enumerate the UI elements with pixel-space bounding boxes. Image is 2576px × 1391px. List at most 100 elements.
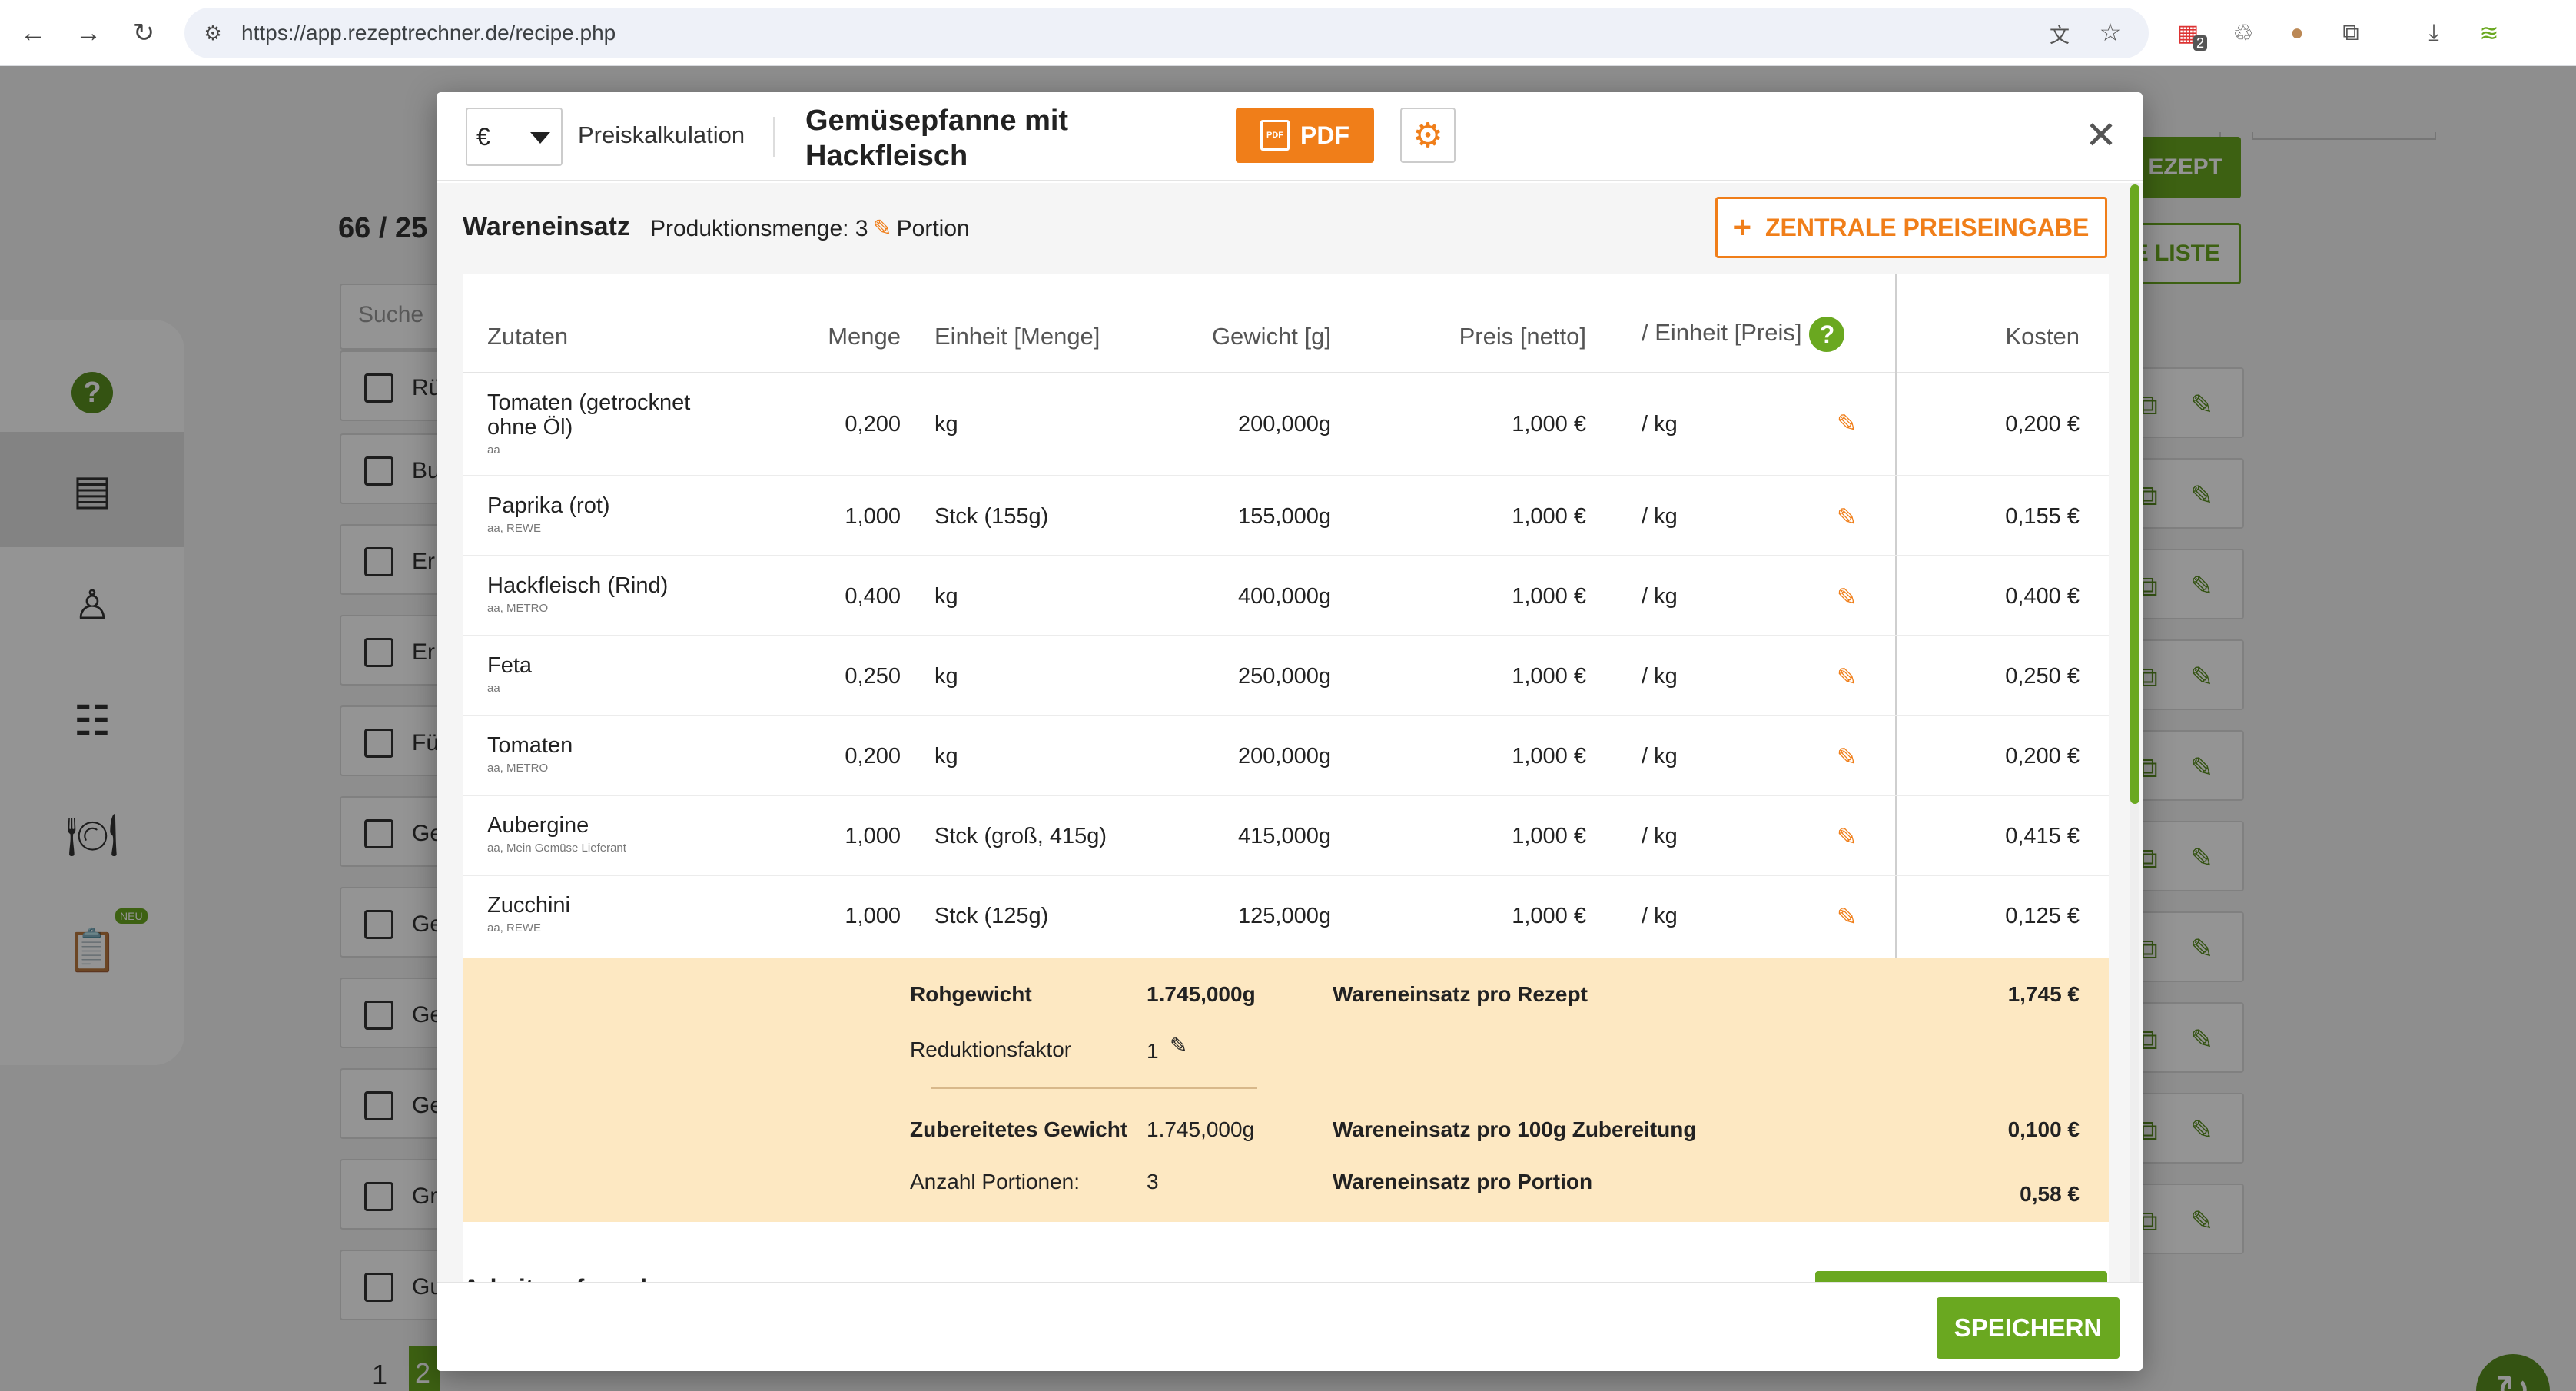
quantity-cell: 1,000 [845,904,901,928]
ingredient-name: Aubergine aa, Mein Gemüse Lieferant [487,813,741,856]
bookmark-star-icon[interactable]: ☆ [2095,17,2126,48]
reduction-factor-value: 1 [1147,1039,1159,1063]
weight-cell: 400,000g [1238,584,1331,609]
weight-cell: 125,000g [1238,904,1331,928]
cost-cell: 0,250 € [2005,664,2080,689]
price-unit-cell: / kg [1642,664,1678,689]
modal-footer: SPEICHERN [437,1282,2143,1371]
help-icon[interactable]: ? [1809,317,1845,352]
production-quantity: Produktionsmenge: 3 ✎ Portion [650,215,970,242]
cost-per-portion-label: Wareneinsatz pro Portion [1333,1170,1593,1193]
pencil-icon[interactable]: ✎ [1837,662,1857,692]
reduction-factor-label: Reduktionsfaktor [910,1037,1072,1061]
table-row: Paprika (rot) aa, REWE 1,000 Stck (155g) … [463,476,2109,556]
ingredient-name: Tomaten (getrocknet ohne Öl) aa [487,390,741,458]
back-arrow-icon[interactable]: ← [14,14,52,52]
pencil-icon[interactable]: ✎ [1170,1033,1187,1058]
browser-toolbar: ← → ↻ ⚙ https://app.rezeptrechner.de/rec… [0,0,2576,66]
forward-arrow-icon[interactable]: → [69,14,108,52]
raw-weight-value: 1.745,000g [1147,982,1256,1006]
column-header-unit: Einheit [Menge] [934,323,1100,350]
weight-cell: 415,000g [1238,824,1331,848]
portions-value: 3 [1147,1170,1159,1193]
table-row: Tomaten (getrocknet ohne Öl) aa 0,200 kg … [463,373,2109,476]
ingredient-name-text: Zucchini [487,893,570,918]
section-title: Wareneinsatz [463,212,630,241]
cookie-extension-icon[interactable]: ● [2278,14,2316,52]
unit-cell: kg [934,412,958,437]
extensions-puzzle-icon[interactable]: ⧉ [2332,14,2370,52]
price-unit-cell: / kg [1642,824,1678,848]
calendar-extension-icon[interactable]: ▦ 2 [2169,14,2207,52]
cost-summary: Rohgewicht 1.745,000g Reduktionsfaktor 1… [463,958,2109,1222]
price-unit-cell: / kg [1642,504,1678,529]
unit-cell: Stck (groß, 415g) [934,824,1107,848]
cost-cell: 0,415 € [2005,824,2080,848]
production-quantity-label: Produktionsmenge: 3 [650,215,868,241]
site-settings-icon[interactable]: ⚙ [198,18,227,48]
price-unit-cell: / kg [1642,744,1678,769]
weight-cell: 200,000g [1238,744,1331,769]
recycle-extension-icon[interactable]: ♲ [2224,14,2262,52]
ingredient-supplier: aa [487,682,500,695]
column-header-quantity: Menge [828,323,901,350]
central-price-input-label: ZENTRALE PREISEINGABE [1764,213,2090,241]
unit-cell: kg [934,744,958,769]
weight-cell: 200,000g [1238,412,1331,437]
pencil-icon[interactable]: ✎ [1837,742,1857,772]
column-header-price-unit: / Einheit [Preis]? [1642,317,1845,352]
pencil-icon[interactable]: ✎ [873,215,892,242]
price-calculation-modal: € Preiskalkulation Gemüsepfanne mit Hack… [437,92,2143,1371]
ingredient-supplier: aa, REWE [487,921,542,935]
quantity-cell: 0,400 [845,584,901,609]
cost-per-100g-value: 0,100 € [2007,1117,2080,1141]
quantity-cell: 0,200 [845,412,901,437]
unit-cell: Stck (125g) [934,904,1049,928]
ingredient-name: Tomaten aa, METRO [487,733,741,776]
pencil-icon[interactable]: ✎ [1837,822,1857,852]
save-button[interactable]: SPEICHERN [1937,1297,2120,1359]
summary-divider [931,1087,1257,1089]
download-icon[interactable]: ⤓ [2415,14,2453,52]
central-price-input-button[interactable]: + ZENTRALE PREISEINGABE [1715,197,2107,258]
profile-avatar-icon[interactable]: ≋ [2470,14,2508,52]
cost-per-recipe-label: Wareneinsatz pro Rezept [1333,982,1588,1006]
weight-cell: 250,000g [1238,664,1331,689]
price-cell: 1,000 € [1512,904,1586,928]
unit-cell: kg [934,664,958,689]
column-header-price: Preis [netto] [1459,323,1586,350]
cost-cell: 0,400 € [2005,584,2080,609]
pencil-icon[interactable]: ✎ [1837,503,1857,532]
pencil-icon[interactable]: ✎ [1837,902,1857,931]
quantity-cell: 0,200 [845,744,901,769]
price-cell: 1,000 € [1512,412,1586,437]
raw-weight-label: Rohgewicht [910,982,1032,1006]
mode-label: Preiskalkulation [578,121,745,148]
price-unit-cell: / kg [1642,584,1678,609]
currency-select[interactable]: € [466,108,563,166]
cost-per-recipe-value: 1,745 € [2007,982,2080,1006]
column-header-cost: Kosten [2005,323,2080,350]
portions-label: Anzahl Portionen: [910,1170,1081,1193]
pdf-button[interactable]: PDF PDF [1236,108,1374,163]
plus-icon: + [1733,210,1751,244]
extension-badge: 2 [2193,35,2207,51]
address-bar[interactable]: ⚙ https://app.rezeptrechner.de/recipe.ph… [184,8,2149,58]
table-row: Tomaten aa, METRO 0,200 kg 200,000g 1,000… [463,716,2109,796]
pencil-icon[interactable]: ✎ [1837,583,1857,612]
ingredient-name: Paprika (rot) aa, REWE [487,493,741,536]
price-cell: 1,000 € [1512,744,1586,769]
ingredient-name: Zucchini aa, REWE [487,893,741,936]
translate-icon[interactable]: 文 [2044,18,2075,49]
reload-icon[interactable]: ↻ [124,14,163,52]
close-icon[interactable]: ✕ [2078,112,2124,158]
settings-button[interactable]: ⚙ [1400,108,1456,163]
url-text[interactable]: https://app.rezeptrechner.de/recipe.php [241,21,616,45]
recipe-title: Gemüsepfanne mit Hackfleisch [805,105,1069,172]
cost-cell: 0,200 € [2005,412,2080,437]
cost-cell: 0,125 € [2005,904,2080,928]
column-header-weight: Gewicht [g] [1211,323,1331,350]
pencil-icon[interactable]: ✎ [1837,409,1857,438]
scrollbar-thumb[interactable] [2130,184,2139,804]
currency-value: € [476,123,490,151]
